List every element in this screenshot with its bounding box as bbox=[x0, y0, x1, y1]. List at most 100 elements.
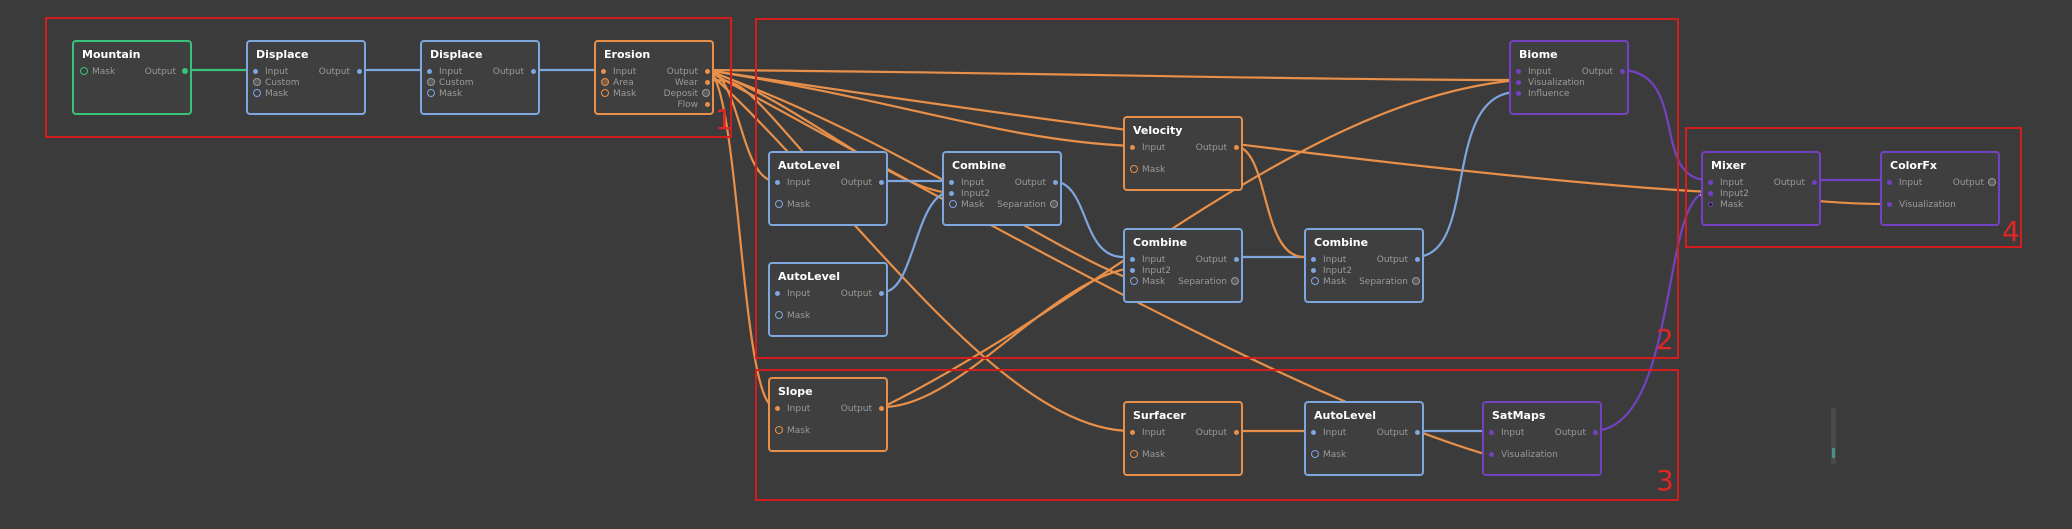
port-input[interactable]: Input bbox=[427, 67, 462, 77]
port-input2[interactable]: Input2 bbox=[1130, 266, 1171, 276]
port-flow[interactable]: Flow bbox=[677, 100, 710, 110]
port-influence[interactable]: Influence bbox=[1516, 89, 1569, 99]
port-dot[interactable] bbox=[1812, 180, 1817, 185]
port-output[interactable]: Output bbox=[841, 289, 884, 299]
port-dot[interactable] bbox=[427, 89, 435, 97]
port-separation[interactable]: Separation bbox=[997, 200, 1058, 210]
port-dot[interactable] bbox=[705, 102, 710, 107]
port-dot[interactable] bbox=[1516, 80, 1521, 85]
port-dot[interactable] bbox=[879, 406, 884, 411]
port-dot[interactable] bbox=[949, 191, 954, 196]
port-output[interactable]: Output bbox=[1196, 255, 1239, 265]
port-output[interactable]: Output bbox=[1377, 255, 1420, 265]
port-dot[interactable] bbox=[705, 80, 710, 85]
port-output[interactable]: Output bbox=[493, 67, 536, 77]
port-dot[interactable] bbox=[253, 89, 261, 97]
port-mask[interactable]: Mask bbox=[601, 89, 636, 99]
node-erosion[interactable]: Erosion Input Area Mask Output Wear Depo… bbox=[594, 40, 714, 115]
port-output[interactable]: Output bbox=[1196, 143, 1239, 153]
node-surfacer[interactable]: Surfacer Input Mask Output bbox=[1123, 401, 1243, 476]
port-output[interactable]: Output bbox=[1377, 428, 1420, 438]
port-dot[interactable] bbox=[775, 200, 783, 208]
port-input[interactable]: Input bbox=[1311, 255, 1346, 265]
port-mask-in[interactable]: Mask bbox=[80, 67, 115, 77]
port-output[interactable]: Output bbox=[1582, 67, 1625, 77]
port-visualization[interactable]: Visualization bbox=[1516, 78, 1585, 88]
port-output[interactable]: Output bbox=[1774, 178, 1817, 188]
port-dot[interactable] bbox=[879, 291, 884, 296]
port-dot[interactable] bbox=[1311, 268, 1316, 273]
port-input[interactable]: Input bbox=[1708, 178, 1743, 188]
port-dot[interactable] bbox=[531, 69, 536, 74]
port-dot[interactable] bbox=[1887, 180, 1892, 185]
port-dot[interactable] bbox=[1708, 202, 1713, 207]
port-dot[interactable] bbox=[601, 69, 606, 74]
port-output[interactable]: Output bbox=[667, 67, 710, 77]
port-input[interactable]: Input bbox=[1516, 67, 1551, 77]
port-dot[interactable] bbox=[1489, 452, 1494, 457]
port-mask[interactable]: Mask bbox=[1708, 200, 1743, 210]
node-mixer[interactable]: Mixer Input Input2 Mask Output bbox=[1701, 151, 1821, 226]
node-combine-1[interactable]: Combine Input Input2 Mask Output Separat… bbox=[942, 151, 1062, 226]
port-input[interactable]: Input bbox=[1130, 255, 1165, 265]
port-dot[interactable] bbox=[253, 78, 261, 86]
port-input[interactable]: Input bbox=[1311, 428, 1346, 438]
node-displace-2[interactable]: Displace Input Custom Mask Output bbox=[420, 40, 540, 115]
port-visualization[interactable]: Visualization bbox=[1489, 450, 1558, 460]
port-dot[interactable] bbox=[1234, 145, 1239, 150]
port-dot[interactable] bbox=[1516, 69, 1521, 74]
port-input[interactable]: Input bbox=[775, 289, 810, 299]
node-displace-1[interactable]: Displace Input Custom Mask Output bbox=[246, 40, 366, 115]
port-dot[interactable] bbox=[1311, 430, 1316, 435]
node-biome[interactable]: Biome Input Visualization Influence Outp… bbox=[1509, 40, 1629, 115]
port-dot[interactable] bbox=[1708, 180, 1713, 185]
port-dot[interactable] bbox=[1234, 257, 1239, 262]
port-input[interactable]: Input bbox=[775, 404, 810, 414]
port-dot[interactable] bbox=[1708, 191, 1713, 196]
port-mask[interactable]: Mask bbox=[775, 311, 810, 321]
port-dot[interactable] bbox=[1130, 268, 1135, 273]
port-dot[interactable] bbox=[949, 180, 954, 185]
port-mask[interactable]: Mask bbox=[253, 89, 288, 99]
scroll-indicator[interactable] bbox=[1831, 408, 1836, 464]
port-dot[interactable] bbox=[1415, 430, 1420, 435]
port-dot[interactable] bbox=[1593, 430, 1598, 435]
port-input[interactable]: Input bbox=[1130, 428, 1165, 438]
node-slope[interactable]: Slope Input Mask Output bbox=[768, 377, 888, 452]
node-mountain[interactable]: Mountain Mask Output bbox=[72, 40, 192, 115]
node-autolevel-3[interactable]: AutoLevel Input Mask Output bbox=[1304, 401, 1424, 476]
port-output[interactable]: Output bbox=[1015, 178, 1058, 188]
port-dot[interactable] bbox=[427, 78, 435, 86]
port-custom[interactable]: Custom bbox=[253, 78, 299, 88]
port-dot[interactable] bbox=[1412, 277, 1420, 285]
port-separation[interactable]: Separation bbox=[1359, 277, 1420, 287]
port-mask[interactable]: Mask bbox=[775, 200, 810, 210]
port-separation[interactable]: Separation bbox=[1178, 277, 1239, 287]
port-dot[interactable] bbox=[775, 426, 783, 434]
port-dot[interactable] bbox=[1130, 145, 1135, 150]
port-input[interactable]: Input bbox=[1887, 178, 1922, 188]
port-area[interactable]: Area bbox=[601, 78, 634, 88]
port-dot[interactable] bbox=[427, 69, 432, 74]
port-dot[interactable] bbox=[1311, 450, 1319, 458]
port-dot[interactable] bbox=[705, 69, 710, 74]
port-dot[interactable] bbox=[1050, 200, 1058, 208]
port-dot[interactable] bbox=[879, 180, 884, 185]
port-dot[interactable] bbox=[1489, 430, 1494, 435]
port-dot[interactable] bbox=[357, 69, 362, 74]
port-custom[interactable]: Custom bbox=[427, 78, 473, 88]
port-input2[interactable]: Input2 bbox=[949, 189, 990, 199]
node-colorfx[interactable]: ColorFx Input Visualization Output bbox=[1880, 151, 2000, 226]
port-input[interactable]: Input bbox=[949, 178, 984, 188]
port-dot[interactable] bbox=[1234, 430, 1239, 435]
port-dot[interactable] bbox=[601, 78, 609, 86]
port-dot[interactable] bbox=[1887, 202, 1892, 207]
port-dot[interactable] bbox=[1130, 257, 1135, 262]
port-mask[interactable]: Mask bbox=[775, 426, 810, 436]
node-autolevel-1[interactable]: AutoLevel Input Mask Output bbox=[768, 151, 888, 226]
port-dot[interactable] bbox=[182, 68, 188, 74]
port-mask[interactable]: Mask bbox=[949, 200, 984, 210]
port-input[interactable]: Input bbox=[1130, 143, 1165, 153]
port-dot[interactable] bbox=[1130, 450, 1138, 458]
port-dot[interactable] bbox=[775, 406, 780, 411]
